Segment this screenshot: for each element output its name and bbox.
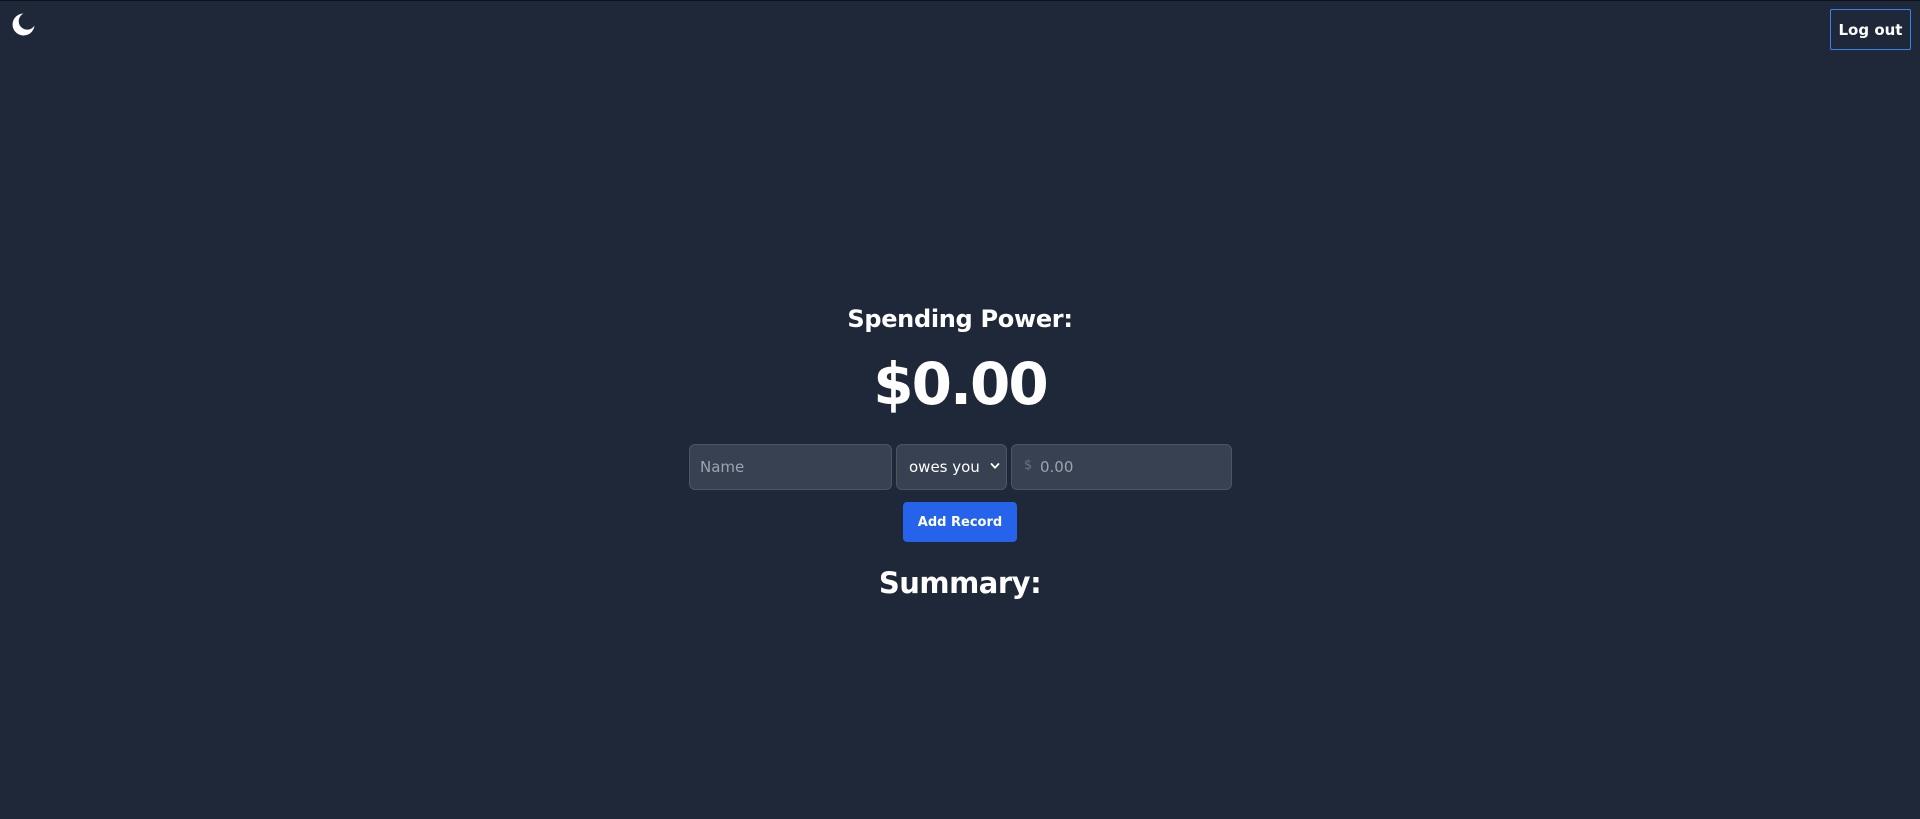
direction-select-value: owes you	[909, 458, 980, 476]
summary-heading: Summary:	[878, 566, 1042, 600]
theme-toggle-button[interactable]	[9, 11, 37, 39]
add-record-button[interactable]: Add Record	[903, 502, 1017, 542]
direction-select[interactable]: owes you	[896, 444, 1007, 490]
moon-icon	[12, 13, 35, 36]
spending-power-value: $0.00	[873, 350, 1048, 418]
amount-field: $	[1011, 444, 1232, 490]
currency-prefix: $	[1024, 458, 1033, 473]
name-input[interactable]	[689, 444, 892, 490]
spending-power-label: Spending Power:	[847, 305, 1073, 333]
logout-button[interactable]: Log out	[1830, 9, 1911, 50]
amount-input[interactable]	[1038, 445, 1228, 489]
top-border	[0, 0, 1920, 1]
chevron-down-icon	[990, 463, 1000, 469]
